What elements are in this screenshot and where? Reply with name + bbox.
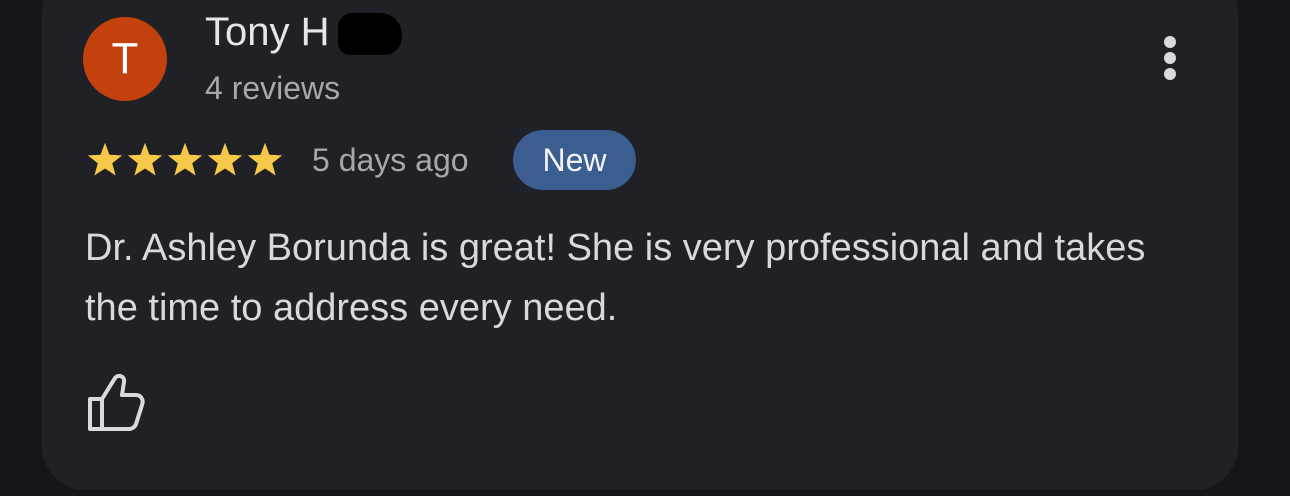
review-count[interactable]: 4 reviews	[205, 68, 340, 108]
like-button[interactable]	[84, 370, 148, 434]
new-badge: New	[513, 130, 636, 190]
review-text: Dr. Ashley Borunda is great! She is very…	[85, 227, 1146, 329]
more-vertical-icon	[1164, 36, 1176, 80]
star-icon	[126, 140, 164, 180]
avatar[interactable]: T	[83, 17, 167, 101]
redaction-mark	[338, 13, 402, 55]
star-icon	[86, 140, 124, 180]
star-icon	[166, 140, 204, 180]
star-icon	[206, 140, 244, 180]
star-icon	[246, 140, 284, 180]
more-options-button[interactable]	[1150, 28, 1190, 88]
reviewer-name[interactable]: Tony H	[205, 8, 330, 56]
star-rating	[86, 140, 284, 180]
review-time: 5 days ago	[312, 142, 469, 178]
thumbs-up-icon	[88, 373, 145, 431]
